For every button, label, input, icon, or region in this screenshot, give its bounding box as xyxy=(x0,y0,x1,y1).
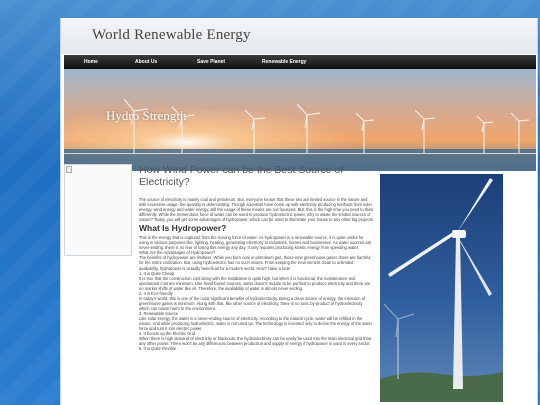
post-line: This is the energy that is captured from… xyxy=(139,235,372,251)
hero-title: Hydro Strength xyxy=(106,108,187,123)
site-title[interactable]: World Renewable Energy xyxy=(92,27,537,44)
post-thumbnail xyxy=(64,164,132,256)
main-nav: Home About Us Save Planet Renewable Ener… xyxy=(64,55,536,69)
broken-image-icon xyxy=(66,166,72,173)
post-line: Like solar energy, the water is a never-… xyxy=(139,315,373,332)
nav-item-renewable-energy[interactable]: Renewable Energy xyxy=(262,59,306,65)
post-line: It is true that the construction cost al… xyxy=(139,275,371,291)
hero-banner: Hydro Strength xyxy=(64,69,536,171)
post-line: The benefits of hydropower are limitless… xyxy=(139,255,371,271)
site-header: World Renewable Energy xyxy=(61,18,537,54)
wind-turbine-image xyxy=(380,174,503,402)
nav-item-about-us[interactable]: About Us xyxy=(135,59,157,65)
post-line: When there is high demand of electricity… xyxy=(139,336,372,347)
post-subheading: What Is Hydropower? xyxy=(139,223,227,234)
nav-item-save-planet[interactable]: Save Planet xyxy=(197,59,225,65)
page-container: World Renewable Energy Home About Us Sav… xyxy=(60,18,538,405)
post-body: The source of electricity is mainly coal… xyxy=(139,197,374,351)
post-line: 5. It is Quite Flexible xyxy=(139,346,177,352)
post-title[interactable]: How Wind Power can be the Best Source of… xyxy=(139,164,374,188)
post-line: In today's world, this is one of the mos… xyxy=(139,295,366,311)
nav-item-home[interactable]: Home xyxy=(84,59,98,65)
post-intro: The source of electricity is mainly coal… xyxy=(139,197,374,223)
post-content: How Wind Power can be the Best Source of… xyxy=(139,164,374,404)
